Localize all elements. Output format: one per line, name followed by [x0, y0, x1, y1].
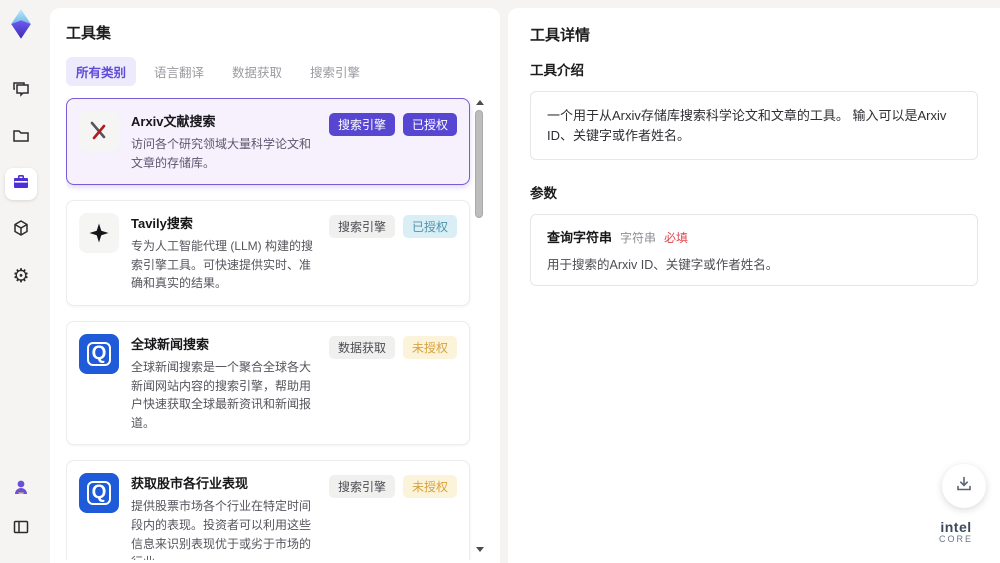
tool-name: 全球新闻搜索	[131, 336, 210, 352]
tool-tag: 已授权	[402, 215, 457, 239]
download-button[interactable]	[942, 464, 986, 508]
tool-icon	[79, 213, 119, 254]
tool-list: Arxiv文献搜索 访问各个研究领域大量科学论文和文章的存储库。 搜索引擎 已授权…	[66, 98, 484, 560]
tool-tag: 已授权	[402, 113, 457, 136]
tool-tags: 数据获取 未授权	[328, 334, 457, 432]
page-title: 工具集	[66, 25, 112, 42]
tool-tags: 搜索引擎 未授权	[328, 473, 457, 560]
tool-info: 获取股市各行业表现 提供股票市场各个行业在特定时间段内的表现。投资者可以利用这些…	[131, 473, 317, 560]
intel-core-logo: intel CORE	[926, 518, 986, 545]
tool-list-item[interactable]: Arxiv文献搜索 访问各个研究领域大量科学论文和文章的存储库。 搜索引擎 已授权	[66, 98, 470, 186]
tool-list-item[interactable]: Tavily搜索 专为人工智能代理 (LLM) 构建的搜索引擎工具。可快速提供实…	[66, 200, 470, 306]
chat-icon	[11, 80, 31, 105]
category-tab-1[interactable]: 语言翻译	[144, 57, 214, 86]
tavily-star-icon	[89, 223, 109, 243]
user-avatar-icon	[11, 477, 31, 502]
scrollbar-thumb[interactable]	[475, 110, 483, 218]
tool-name: 获取股市各行业表现	[131, 476, 249, 492]
panel-toggle-icon	[11, 517, 31, 542]
nav-tools-button[interactable]	[5, 168, 37, 200]
toolbox-icon	[11, 172, 31, 197]
tool-icon: Q	[79, 473, 119, 514]
tool-description: 访问各个研究领域大量科学论文和文章的存储库。	[131, 137, 312, 170]
tool-tag: 数据获取	[328, 335, 395, 359]
param-required-badge: 必填	[664, 231, 689, 245]
cube-icon	[11, 218, 31, 243]
scroll-down-arrow[interactable]	[476, 547, 484, 552]
app-rail: ⚙	[0, 0, 42, 563]
tool-info: Arxiv文献搜索 访问各个研究领域大量科学论文和文章的存储库。	[131, 111, 317, 172]
download-icon	[954, 474, 974, 499]
app-logo-icon	[6, 8, 36, 40]
core-logo-text: CORE	[938, 534, 973, 545]
nav-files-button[interactable]	[5, 122, 37, 154]
gear-icon: ⚙	[12, 265, 30, 287]
tool-tags: 搜索引擎 已授权	[328, 213, 457, 293]
tool-name: Tavily搜索	[131, 216, 193, 232]
param-description: 用于搜索的Arxiv ID、关键字或作者姓名。	[547, 258, 779, 272]
param-header: 查询字符串 字符串 必填	[547, 227, 961, 246]
nav-chat-button[interactable]	[5, 76, 37, 108]
tool-detail-panel: 工具详情 工具介绍 一个用于从Arxiv存储库搜索科学论文和文章的工具。 输入可…	[508, 8, 1000, 563]
category-tab-0[interactable]: 所有类别	[66, 57, 137, 86]
intro-text: 一个用于从Arxiv存储库搜索科学论文和文章的工具。 输入可以是Arxiv ID…	[530, 91, 978, 160]
tool-icon	[79, 111, 119, 151]
folder-icon	[11, 126, 31, 151]
intel-logo-text: intel	[940, 518, 972, 535]
tool-tag: 搜索引擎	[328, 113, 395, 136]
tool-icon: Q	[79, 333, 119, 374]
news-search-logo-icon: Q	[87, 341, 111, 366]
tool-tag: 未授权	[402, 335, 457, 359]
tool-tag: 搜索引擎	[328, 475, 395, 499]
tool-description: 全球新闻搜索是一个聚合全球各大新闻网站内容的搜索引擎，帮助用户快速获取全球最新资…	[131, 359, 312, 430]
params-heading: 参数	[530, 186, 557, 201]
scroll-up-arrow[interactable]	[476, 100, 484, 105]
user-avatar-button[interactable]	[5, 473, 37, 505]
param-name: 查询字符串	[547, 230, 613, 245]
tool-info: 全球新闻搜索 全球新闻搜索是一个聚合全球各大新闻网站内容的搜索引擎，帮助用户快速…	[131, 334, 317, 432]
category-tab-2[interactable]: 数据获取	[222, 57, 292, 86]
tool-tag: 未授权	[402, 475, 457, 499]
detail-title: 工具详情	[530, 27, 591, 44]
tool-list-item[interactable]: Q 获取股市各行业表现 提供股票市场各个行业在特定时间段内的表现。投资者可以利用…	[66, 460, 470, 560]
param-type: 字符串	[620, 231, 657, 245]
tool-description: 专为人工智能代理 (LLM) 构建的搜索引擎工具。可快速提供实时、准确和真实的结…	[131, 239, 314, 291]
nav-models-button[interactable]	[5, 214, 37, 246]
news-search-logo-icon: Q	[87, 481, 111, 506]
category-tabs: 所有类别 语言翻译 数据获取 搜索引擎	[66, 57, 484, 86]
list-scrollbar[interactable]	[474, 98, 484, 560]
tool-list-panel: 工具集 所有类别 语言翻译 数据获取 搜索引擎 Arxiv文献搜索 访问各个研究领域大…	[50, 8, 500, 563]
tool-name: Arxiv文献搜索	[131, 114, 216, 129]
tool-info: Tavily搜索 专为人工智能代理 (LLM) 构建的搜索引擎工具。可快速提供实…	[131, 213, 317, 293]
tool-tag: 搜索引擎	[328, 215, 395, 239]
collapse-panel-button[interactable]	[5, 513, 37, 545]
tool-list-item[interactable]: Q 全球新闻搜索 全球新闻搜索是一个聚合全球各大新闻网站内容的搜索引擎，帮助用户…	[66, 320, 470, 446]
category-tab-3[interactable]: 搜索引擎	[300, 57, 370, 86]
param-card: 查询字符串 字符串 必填 用于搜索的Arxiv ID、关键字或作者姓名。	[530, 214, 978, 286]
arxiv-logo-icon	[90, 121, 106, 140]
tool-description: 提供股票市场各个行业在特定时间段内的表现。投资者可以利用这些信息来识别表现优于或…	[131, 499, 312, 560]
tool-tags: 搜索引擎 已授权	[328, 111, 457, 172]
intro-heading: 工具介绍	[530, 63, 584, 78]
nav-settings-button[interactable]: ⚙	[5, 260, 37, 292]
